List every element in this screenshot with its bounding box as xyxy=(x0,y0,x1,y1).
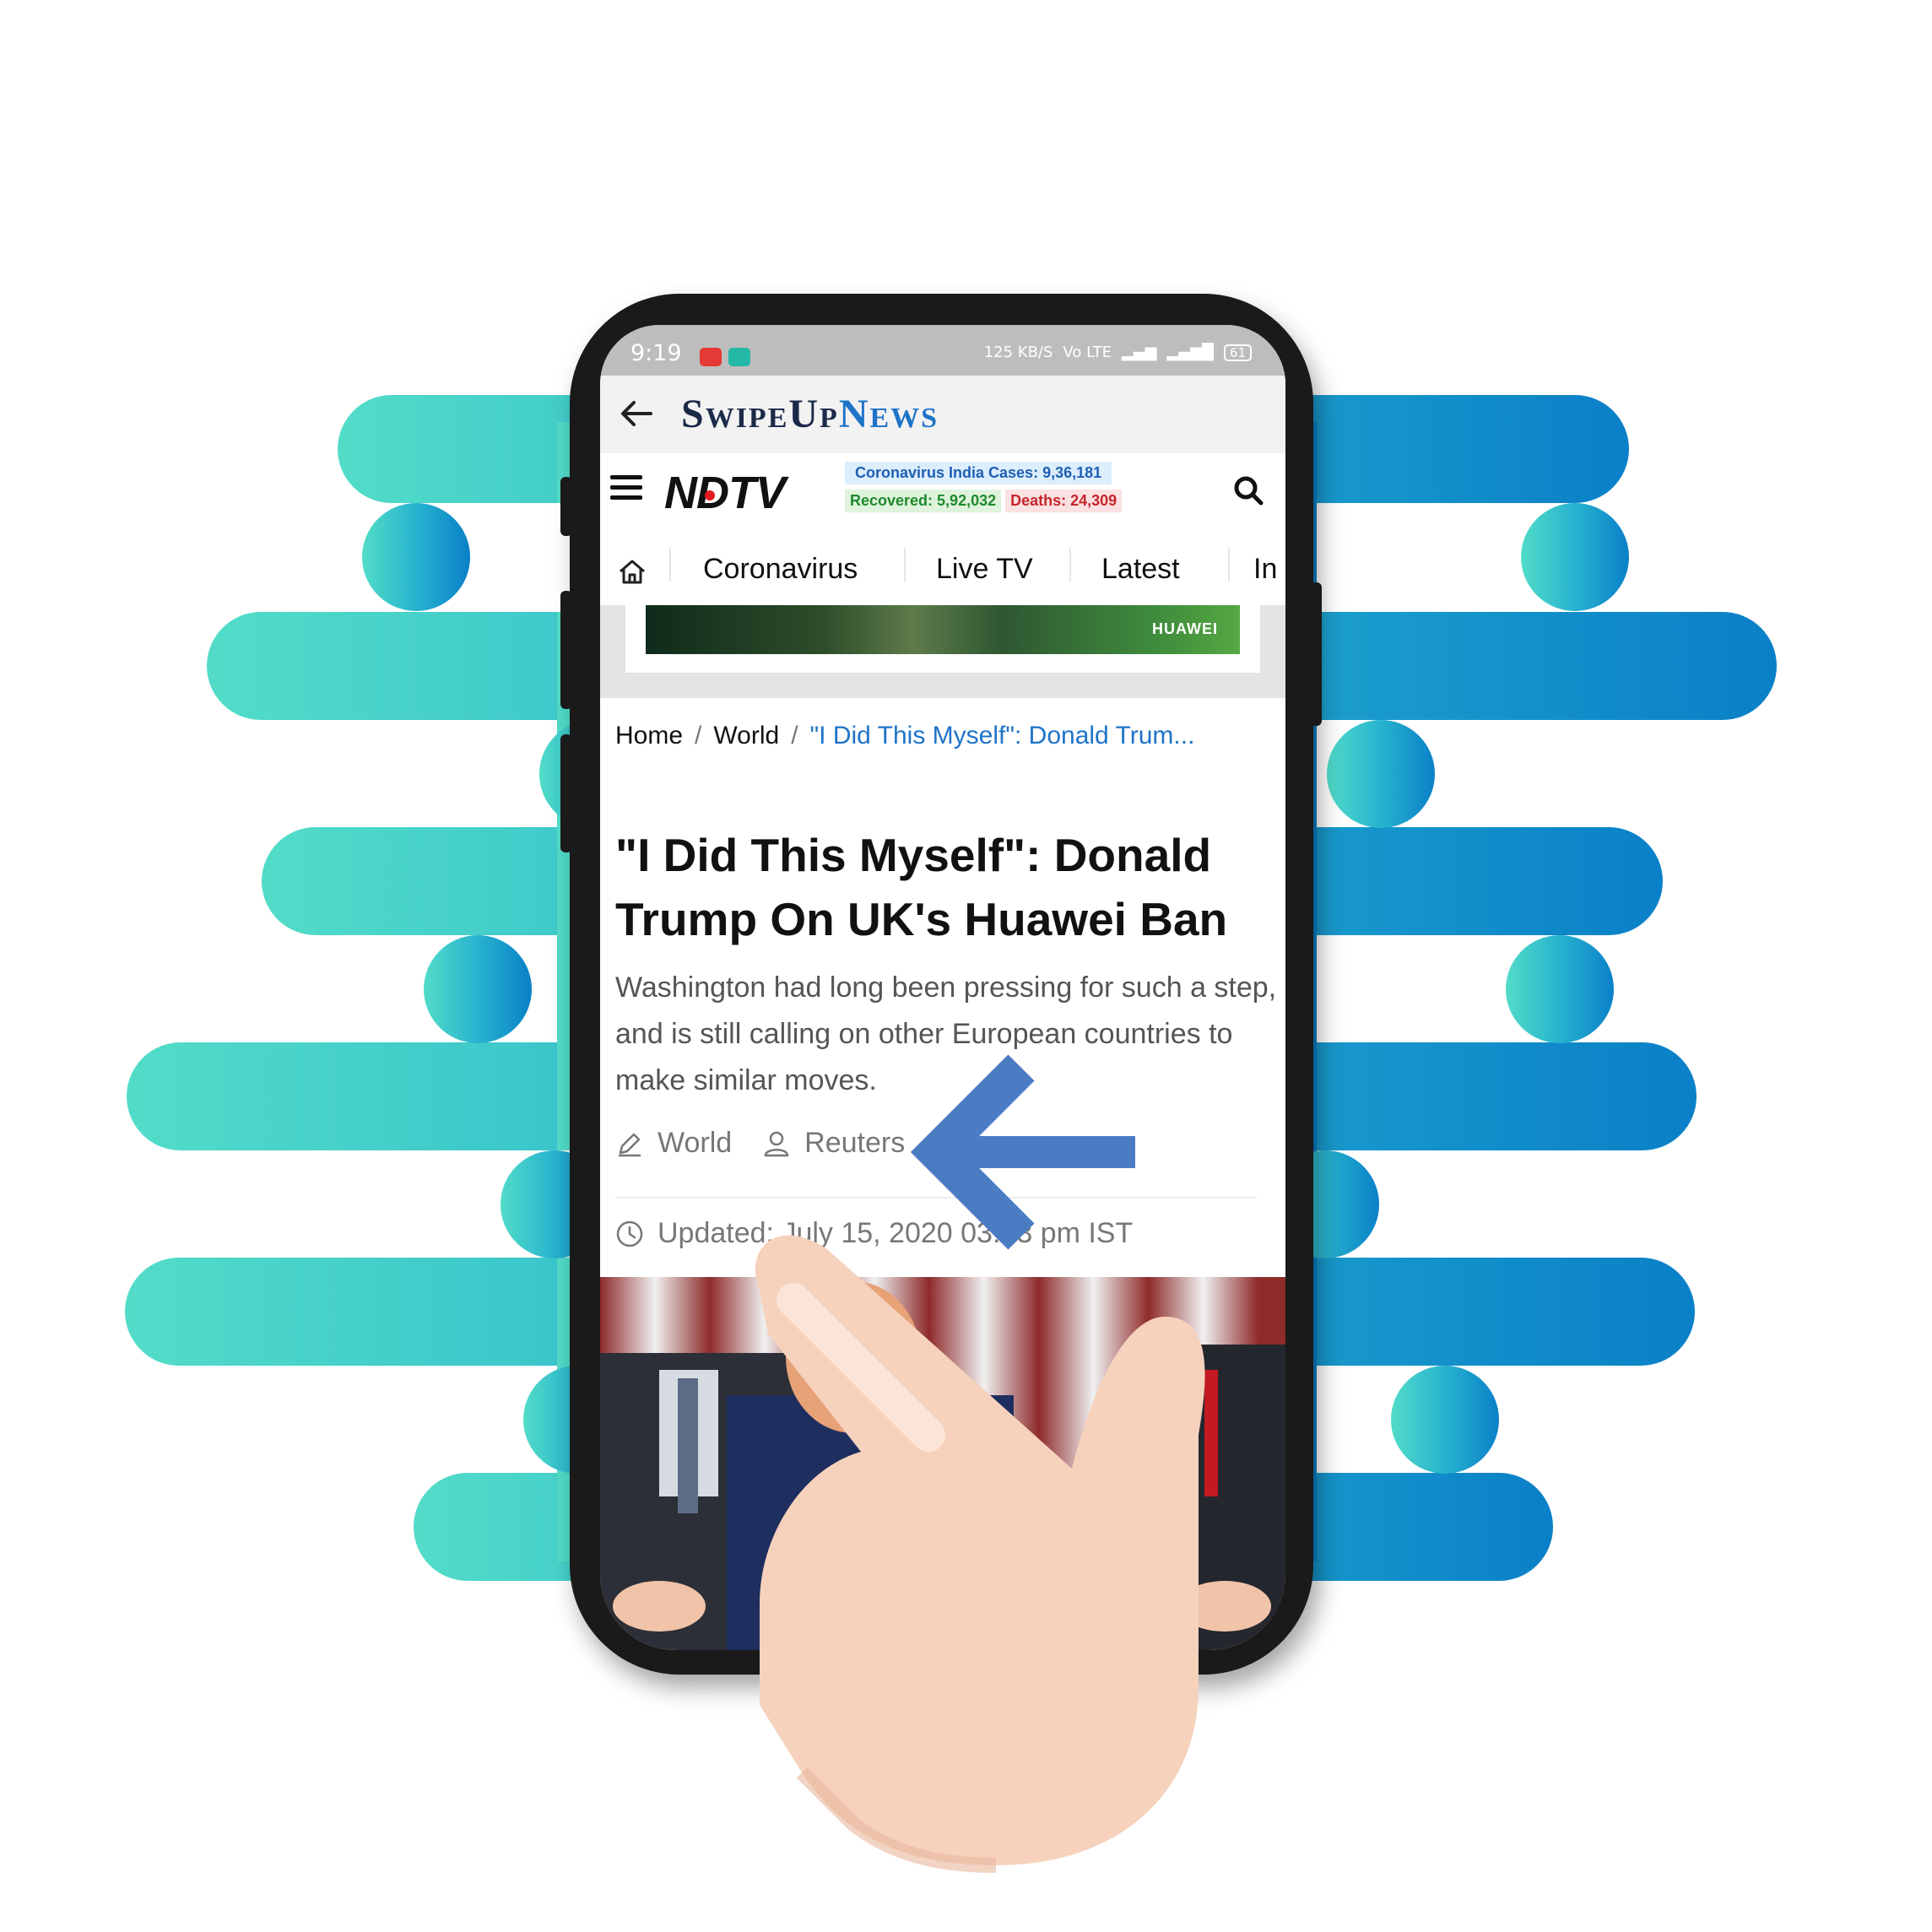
breadcrumb-world[interactable]: World xyxy=(713,722,779,750)
volte-indicator: Vo LTE xyxy=(1063,344,1112,361)
hamburger-icon[interactable] xyxy=(610,475,642,501)
article-category[interactable]: World xyxy=(658,1127,732,1160)
message-notification-icon xyxy=(728,348,750,366)
updated-timestamp: Updated: July 15, 2020 03:33 pm IST xyxy=(658,1217,1134,1249)
breadcrumb-current: "I Did This Myself": Donald Trum... xyxy=(809,722,1195,750)
network-speed: 125 KB/S xyxy=(983,344,1053,361)
status-bar: 9:19 125 KB/S Vo LTE ▂▄▆ ▂▄▆█ 61 xyxy=(600,325,1285,376)
phone-side-button xyxy=(560,591,572,709)
phone-side-button xyxy=(560,734,572,852)
breadcrumb-separator: / xyxy=(791,722,798,750)
ad-banner-area: HUAWEI xyxy=(600,605,1285,698)
tab-latest[interactable]: Latest xyxy=(1101,553,1180,586)
nav-divider xyxy=(669,548,671,582)
ad-image[interactable]: HUAWEI xyxy=(646,605,1240,654)
signal-icon: ▂▄▆█ xyxy=(1166,344,1214,361)
article-summary: Washington had long been pressing for su… xyxy=(615,971,1277,1096)
brand-part-news: News xyxy=(838,392,939,436)
home-icon[interactable] xyxy=(615,555,649,588)
pencil-icon xyxy=(619,1133,641,1156)
battery-indicator: 61 xyxy=(1223,344,1252,361)
tab-india[interactable]: In xyxy=(1253,553,1277,586)
phone-side-button xyxy=(1310,582,1322,726)
app-brand-title: SwipeUpNews xyxy=(681,391,939,437)
article-meta: World Reuters xyxy=(615,1127,905,1160)
covid-cases: Coronavirus India Cases: 9,36,181 xyxy=(845,462,1112,484)
photo-content xyxy=(600,1281,1285,1650)
section-nav: Coronavirus Live TV Latest In xyxy=(600,538,1285,606)
app-bar: SwipeUpNews xyxy=(600,376,1285,453)
site-header: NDTV Coronavirus India Cases: 9,36,181 R… xyxy=(600,453,1285,538)
clock-icon xyxy=(616,1220,643,1247)
breadcrumb-separator: / xyxy=(695,722,702,750)
logo-red-dot xyxy=(705,490,715,501)
covid-recovered: Recovered: 5,92,032 xyxy=(845,490,1002,512)
article-headline: "I Did This Myself": Donald Trump On UK'… xyxy=(615,829,1228,945)
phone-screen: 9:19 125 KB/S Vo LTE ▂▄▆ ▂▄▆█ 61 SwipeUp… xyxy=(600,325,1285,1650)
article-author[interactable]: Reuters xyxy=(804,1127,905,1160)
nav-divider xyxy=(904,548,906,582)
back-arrow-icon[interactable] xyxy=(617,394,656,433)
breadcrumb: Home / World / "I Did This Myself": Donald T… xyxy=(615,722,1194,750)
logo-text: NDTV xyxy=(664,468,786,518)
article-photo[interactable] xyxy=(600,1277,1285,1650)
ndtv-logo[interactable]: NDTV xyxy=(664,467,786,519)
ad-brand-text: HUAWEI xyxy=(1152,620,1218,637)
tab-live-tv[interactable]: Live TV xyxy=(936,553,1033,586)
brand-part-swipeup: SwipeUp xyxy=(681,392,839,436)
status-time: 9:19 xyxy=(630,340,682,366)
signal-icon: ▂▄▆ xyxy=(1122,344,1157,361)
user-icon xyxy=(764,1131,789,1156)
phone-side-button xyxy=(560,477,572,536)
nav-divider xyxy=(1228,548,1230,582)
covid-ticker[interactable]: Coronavirus India Cases: 9,36,181 Recove… xyxy=(845,462,1123,512)
video-notification-icon xyxy=(700,348,722,366)
ad-container: HUAWEI xyxy=(625,605,1260,673)
tab-coronavirus[interactable]: Coronavirus xyxy=(703,553,858,586)
article-updated: Updated: July 15, 2020 03:33 pm IST xyxy=(615,1217,1133,1250)
status-indicators: 125 KB/S Vo LTE ▂▄▆ ▂▄▆█ 61 xyxy=(984,344,1252,361)
meta-divider xyxy=(615,1197,1257,1199)
nav-divider xyxy=(1069,548,1071,582)
covid-deaths: Deaths: 24,309 xyxy=(1005,490,1123,512)
search-icon[interactable] xyxy=(1231,474,1265,507)
breadcrumb-home[interactable]: Home xyxy=(615,722,683,750)
